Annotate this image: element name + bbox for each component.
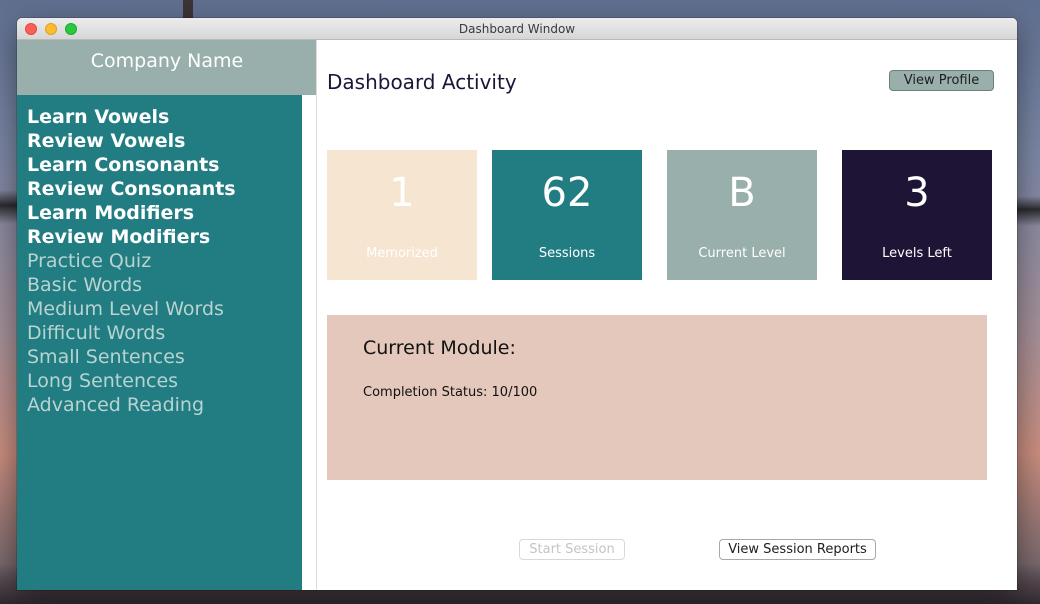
stat-value: B: [728, 170, 756, 216]
desktop-background: [0, 190, 18, 224]
completion-status: Completion Status: 10/100: [363, 385, 538, 400]
nav-item-difficult-words[interactable]: Difficult Words: [27, 321, 236, 345]
nav-item-learn-vowels[interactable]: Learn Vowels: [27, 105, 236, 129]
view-session-reports-button[interactable]: View Session Reports: [719, 539, 876, 560]
nav-item-review-consonants[interactable]: Review Consonants: [27, 177, 236, 201]
stat-label: Levels Left: [882, 246, 952, 261]
desktop-background: [1017, 196, 1040, 226]
nav-item-small-sentences[interactable]: Small Sentences: [27, 345, 236, 369]
nav-list: Learn Vowels Review Vowels Learn Consona…: [27, 105, 236, 417]
stat-tile-sessions: 62 Sessions: [492, 150, 642, 280]
desktop-background: [183, 0, 193, 20]
nav-item-basic-words[interactable]: Basic Words: [27, 273, 236, 297]
sidebar-nav: Learn Vowels Review Vowels Learn Consona…: [17, 95, 302, 590]
sidebar-divider: [316, 40, 317, 590]
nav-item-long-sentences[interactable]: Long Sentences: [27, 369, 236, 393]
title-bar[interactable]: Dashboard Window: [17, 18, 1017, 40]
stat-value: 62: [541, 170, 593, 216]
nav-item-learn-consonants[interactable]: Learn Consonants: [27, 153, 236, 177]
stat-value: 3: [904, 170, 930, 216]
stat-value: 1: [389, 170, 415, 216]
sidebar-gutter: [302, 95, 317, 590]
nav-item-medium-level-words[interactable]: Medium Level Words: [27, 297, 236, 321]
nav-item-review-modifiers[interactable]: Review Modifiers: [27, 225, 236, 249]
nav-item-practice-quiz[interactable]: Practice Quiz: [27, 249, 236, 273]
stat-tile-current-level: B Current Level: [667, 150, 817, 280]
start-session-button[interactable]: Start Session: [519, 539, 625, 560]
nav-item-review-vowels[interactable]: Review Vowels: [27, 129, 236, 153]
view-profile-button[interactable]: View Profile: [889, 70, 994, 91]
stat-tile-memorized: 1 Memorized: [327, 150, 477, 280]
window-title: Dashboard Window: [458, 22, 576, 36]
page-title: Dashboard Activity: [327, 70, 517, 94]
dashboard-window: Dashboard Window Company Name Learn Vowe…: [17, 18, 1017, 590]
stat-tile-levels-left: 3 Levels Left: [842, 150, 992, 280]
stat-label: Sessions: [538, 246, 596, 261]
current-module-panel: Current Module: Completion Status: 10/10…: [327, 315, 987, 480]
sidebar-header: Company Name: [17, 40, 317, 95]
nav-item-learn-modifiers[interactable]: Learn Modifiers: [27, 201, 236, 225]
module-title: Current Module:: [363, 337, 516, 359]
stat-label: Current Level: [698, 246, 786, 261]
company-name: Company Name: [90, 50, 244, 72]
stat-label: Memorized: [366, 246, 438, 261]
nav-item-advanced-reading[interactable]: Advanced Reading: [27, 393, 236, 417]
